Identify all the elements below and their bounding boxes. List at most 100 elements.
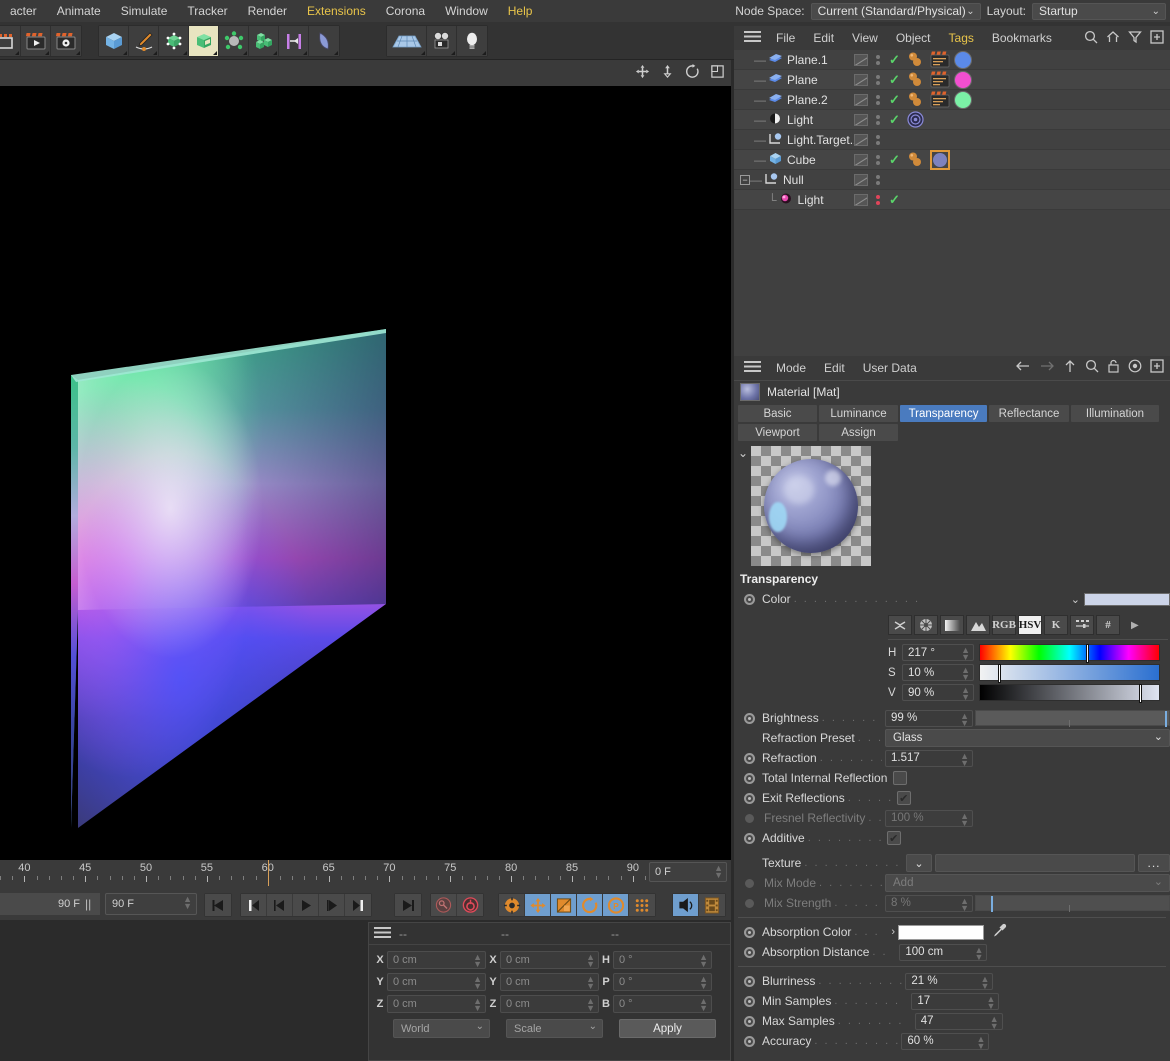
om-menu-file[interactable]: File	[767, 26, 804, 50]
tab-viewport[interactable]: Viewport	[738, 424, 817, 441]
accuracy-field[interactable]: 60 % ▲ ▼	[901, 1032, 990, 1050]
tab-transparency[interactable]: Transparency	[900, 405, 987, 422]
menu-simulate[interactable]: Simulate	[111, 0, 178, 22]
accuracy-enable-radio[interactable]	[744, 1035, 755, 1047]
chevron-right-icon[interactable]: ›	[891, 926, 895, 938]
tir-enable-radio[interactable]	[744, 772, 755, 784]
exit-reflections-checkbox[interactable]: ✔	[896, 791, 911, 805]
hue-knob[interactable]	[1085, 644, 1089, 663]
menu-window[interactable]: Window	[435, 0, 498, 22]
size-z-field[interactable]: 0 cm ▲ ▼	[500, 994, 599, 1013]
enabled-check-icon[interactable]: ✓	[889, 152, 900, 168]
loop-marker-icon[interactable]: ||	[85, 897, 91, 911]
mountains-icon[interactable]	[966, 615, 990, 635]
rotate-icon[interactable]	[685, 64, 700, 82]
extrude-icon[interactable]	[279, 26, 309, 56]
spinner-icon[interactable]: ▲ ▼	[586, 996, 595, 1012]
corona-tag-icon[interactable]	[930, 70, 950, 90]
target-tag-icon[interactable]	[906, 110, 925, 130]
hue-gradient-bar[interactable]	[979, 644, 1160, 663]
spinner-icon[interactable]: ▲ ▼	[699, 952, 708, 968]
editor-render-dots[interactable]	[876, 54, 880, 65]
menu-animate[interactable]: Animate	[47, 0, 111, 22]
step-back-icon[interactable]	[267, 894, 293, 916]
current-frame-field[interactable]: 0 F ▲ ▼	[649, 862, 727, 882]
preview-collapse-icon[interactable]: ⌄	[738, 446, 748, 460]
atom-icon[interactable]	[219, 26, 249, 56]
selected-texture-tag-icon[interactable]	[930, 149, 950, 170]
transform-mode-dropdown[interactable]: Scale ⌄	[506, 1019, 603, 1038]
render-view-icon[interactable]	[0, 26, 21, 56]
spinner-icon[interactable]: ▲ ▼	[473, 952, 482, 968]
editor-render-dots[interactable]	[876, 74, 880, 85]
cube-icon[interactable]	[99, 26, 129, 56]
menu-corona[interactable]: Corona	[376, 0, 435, 22]
max-samples-enable-radio[interactable]	[744, 1015, 755, 1027]
visibility-toggle-icon[interactable]	[854, 113, 868, 126]
pen-spline-icon[interactable]	[129, 26, 159, 56]
spinner-icon[interactable]: ▲ ▼	[961, 686, 970, 702]
refraction-enable-radio[interactable]	[744, 752, 755, 764]
menu-render[interactable]: Render	[238, 0, 297, 22]
render-settings-icon[interactable]	[51, 26, 81, 56]
texture-path-field[interactable]	[935, 854, 1135, 872]
spinner-icon[interactable]: ▲ ▼	[990, 1014, 999, 1030]
absorption-color-enable-radio[interactable]	[744, 926, 755, 938]
forward-arrow-icon[interactable]	[1039, 359, 1055, 376]
table-row[interactable]: └ Light ✓	[734, 190, 1170, 210]
brightness-slider-handle[interactable]	[1165, 711, 1168, 727]
blurriness-field[interactable]: 21 % ▲ ▼	[905, 972, 994, 990]
play-icon[interactable]	[293, 894, 319, 916]
me-menu-edit[interactable]: Edit	[815, 356, 854, 380]
collapse-toggle-icon[interactable]: −	[740, 174, 750, 185]
keyframe-settings-icon[interactable]	[499, 894, 525, 916]
array-icon[interactable]	[189, 26, 219, 56]
brightness-field[interactable]: 99 % ▲ ▼	[885, 709, 973, 727]
hex-mode-button[interactable]: #	[1096, 615, 1120, 635]
menu-extensions[interactable]: Extensions	[297, 0, 376, 22]
brightness-enable-radio[interactable]	[744, 712, 755, 724]
spinner-icon[interactable]: ▲ ▼	[473, 974, 482, 990]
exit-reflections-enable-radio[interactable]	[744, 792, 755, 804]
mixer-icon[interactable]	[1070, 615, 1094, 635]
hyper-nurbs-icon[interactable]	[159, 26, 189, 56]
node-space-dropdown[interactable]: Current (Standard/Physical) ⌄	[810, 2, 981, 20]
enabled-check-icon[interactable]: ✓	[889, 112, 900, 128]
material-preview[interactable]	[751, 446, 871, 566]
size-x-field[interactable]: 0 cm ▲ ▼	[500, 950, 599, 969]
corona-tag-icon[interactable]	[930, 50, 950, 70]
hue-field[interactable]: 217 ° ▲ ▼	[902, 644, 974, 662]
tab-illumination[interactable]: Illumination	[1071, 405, 1159, 422]
additive-enable-radio[interactable]	[744, 832, 755, 844]
saturation-knob[interactable]	[997, 664, 1001, 683]
hamburger-icon[interactable]	[734, 360, 767, 376]
tab-reflectance[interactable]: Reflectance	[989, 405, 1069, 422]
value-field[interactable]: 90 % ▲ ▼	[902, 684, 974, 702]
material-tag-icon[interactable]	[906, 90, 925, 110]
editor-render-dots[interactable]	[876, 114, 880, 125]
min-samples-enable-radio[interactable]	[744, 995, 755, 1007]
filter-icon[interactable]	[1128, 30, 1142, 47]
record-icon[interactable]	[457, 894, 483, 916]
spinner-icon[interactable]: ▲ ▼	[961, 666, 970, 682]
spinner-icon[interactable]: ▲ ▼	[699, 996, 708, 1012]
absorption-color-swatch[interactable]	[898, 924, 985, 940]
hamburger-icon[interactable]	[374, 926, 391, 942]
layout-dropdown[interactable]: Startup ⌄	[1032, 2, 1166, 20]
table-row[interactable]: — Plane.2 ✓	[734, 90, 1170, 110]
me-menu-mode[interactable]: Mode	[767, 356, 815, 380]
spinner-icon[interactable]: ▲ ▼	[473, 996, 482, 1012]
spinner-icon[interactable]: ▲ ▼	[986, 994, 995, 1010]
editor-render-dots[interactable]	[876, 134, 880, 145]
scale-icon[interactable]	[660, 64, 675, 82]
hamburger-icon[interactable]	[734, 30, 767, 46]
back-arrow-icon[interactable]	[1015, 359, 1031, 376]
deformer-icon[interactable]	[309, 26, 339, 56]
rgb-mode-button[interactable]: RGB	[992, 615, 1016, 635]
texture-tag-icon[interactable]	[954, 70, 972, 89]
visibility-toggle-icon[interactable]	[854, 73, 868, 86]
rotation-b-field[interactable]: 0 ° ▲ ▼	[613, 994, 712, 1013]
table-row[interactable]: — Plane.1 ✓	[734, 50, 1170, 70]
rotation-keyframe-icon[interactable]	[577, 894, 603, 916]
max-samples-field[interactable]: 47 ▲ ▼	[914, 1012, 1003, 1030]
